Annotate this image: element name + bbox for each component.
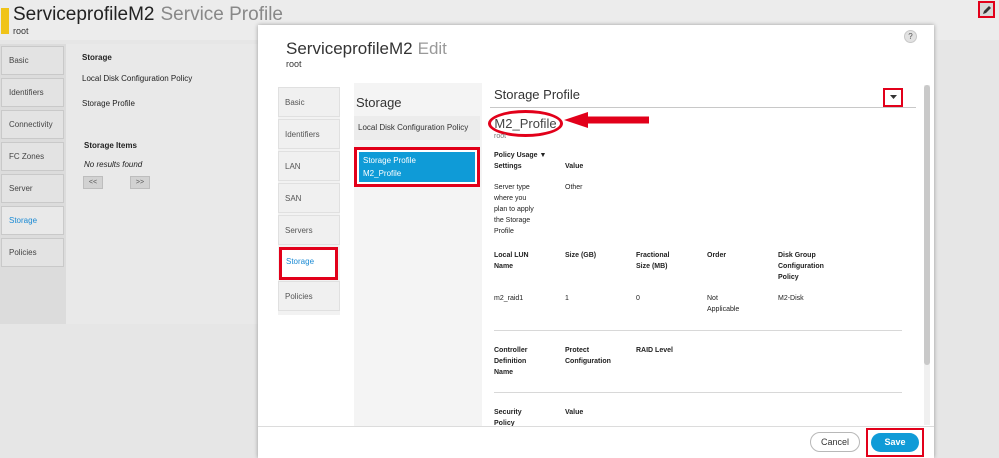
policy-usage-label[interactable]: Policy Usage ▼ [494, 150, 546, 161]
modal-tab-storage[interactable]: Storage [279, 247, 338, 280]
controller-header: Controller Definition Name [494, 347, 528, 376]
protect-header: Protect Configuration [565, 347, 611, 365]
profile-dropdown-button[interactable] [883, 88, 903, 107]
lun-order-cell: Not Applicable [707, 295, 740, 313]
prev-page-button[interactable]: << [83, 176, 103, 189]
page-org: root [13, 26, 29, 36]
heading-divider [490, 107, 916, 108]
list-item-storage-profile[interactable]: Storage Profile M2_Profile [354, 147, 480, 187]
page-tab-server[interactable]: Server [1, 174, 64, 203]
modal-tab-servers[interactable]: Servers [278, 215, 340, 245]
page-tab-fc-zones[interactable]: FC Zones [1, 142, 64, 171]
lun-fractional-cell: 0 [636, 295, 640, 302]
page-tab-storage[interactable]: Storage [1, 206, 64, 235]
modal-title: ServiceprofileM2 Edit [286, 39, 447, 58]
modal-tab-san[interactable]: SAN [278, 183, 340, 213]
value-header: Value [565, 163, 584, 170]
page-tab-basic[interactable]: Basic [1, 46, 64, 75]
vertical-scrollbar[interactable] [924, 85, 930, 425]
storage-profile-item-label: Storage Profile [363, 156, 416, 165]
modal-tab-identifiers[interactable]: Identifiers [278, 119, 340, 149]
settings-header: Settings [494, 163, 522, 170]
edit-button[interactable] [978, 1, 995, 18]
cancel-button[interactable]: Cancel [810, 432, 860, 452]
storage-list-panel: Storage Local Disk Configuration Policy … [354, 83, 482, 428]
storage-profile-item-value: M2_Profile [363, 169, 402, 178]
modal-tabs: Basic Identifiers LAN SAN Servers Storag… [278, 87, 340, 315]
modal-footer: Cancel Save [258, 426, 934, 458]
order-header: Order [707, 252, 727, 259]
storage-list-heading: Storage [356, 95, 402, 110]
modal-org: root [286, 59, 302, 69]
lun-name-cell: m2_raid1 [494, 295, 524, 302]
page-subtitle: Service Profile [160, 4, 284, 25]
page-tab-connectivity[interactable]: Connectivity [1, 110, 64, 139]
security-value-header: Value [565, 409, 584, 416]
next-page-button[interactable]: >> [130, 176, 150, 189]
modal-subtitle: Edit [417, 39, 447, 58]
storage-profile-label: Storage Profile [82, 99, 135, 108]
modal-tab-policies[interactable]: Policies [278, 281, 340, 311]
pencil-icon [982, 5, 991, 14]
modal-tab-basic[interactable]: Basic [278, 87, 340, 117]
local-lun-header: Local LUN Name [494, 252, 529, 270]
page-tabs: Basic Identifiers Connectivity FC Zones … [0, 44, 66, 324]
lun-disk-group-cell: M2-Disk [778, 295, 804, 302]
scrollbar-thumb[interactable] [924, 85, 930, 365]
storage-items-heading: Storage Items [84, 141, 137, 150]
page-tab-policies[interactable]: Policies [1, 238, 64, 267]
no-results-text: No results found [84, 160, 143, 169]
edit-modal: ServiceprofileM2 Edit root ? Basic Identi… [258, 25, 934, 458]
save-highlight: Save [866, 428, 924, 457]
storage-profile-heading: Storage Profile [494, 87, 580, 102]
save-button[interactable]: Save [871, 433, 919, 452]
server-type-label: Server type where you plan to apply the … [494, 184, 534, 235]
storage-heading: Storage [82, 53, 112, 62]
caret-down-icon: ▼ [539, 152, 547, 159]
chevron-down-icon [889, 95, 897, 99]
disk-group-header: Disk Group Configuration Policy [778, 252, 824, 281]
page-tab-identifiers[interactable]: Identifiers [1, 78, 64, 107]
server-type-value: Other [565, 184, 583, 191]
fractional-size-header: Fractional Size (MB) [636, 252, 670, 270]
size-header: Size (GB) [565, 252, 597, 259]
raid-level-header: RAID Level [636, 347, 673, 354]
page-content: Storage Local Disk Configuration Policy … [66, 44, 266, 324]
org-accent-bar [1, 8, 9, 34]
security-policy-header: Security Policy [494, 409, 522, 427]
local-disk-label: Local Disk Configuration Policy [82, 74, 193, 83]
section-divider [494, 330, 902, 331]
section-divider-2 [494, 392, 902, 393]
modal-tab-lan[interactable]: LAN [278, 151, 340, 181]
page-title: ServiceprofileM2 Service Profile [13, 4, 284, 25]
lun-size-cell: 1 [565, 295, 569, 302]
profile-org: root [494, 133, 507, 140]
help-icon[interactable]: ? [904, 30, 917, 43]
storage-profile-panel: Storage Profile M2_Profile root Policy U… [486, 83, 926, 428]
annotation-arrow-icon [564, 112, 649, 128]
list-item-local-disk[interactable]: Local Disk Configuration Policy [354, 116, 480, 140]
